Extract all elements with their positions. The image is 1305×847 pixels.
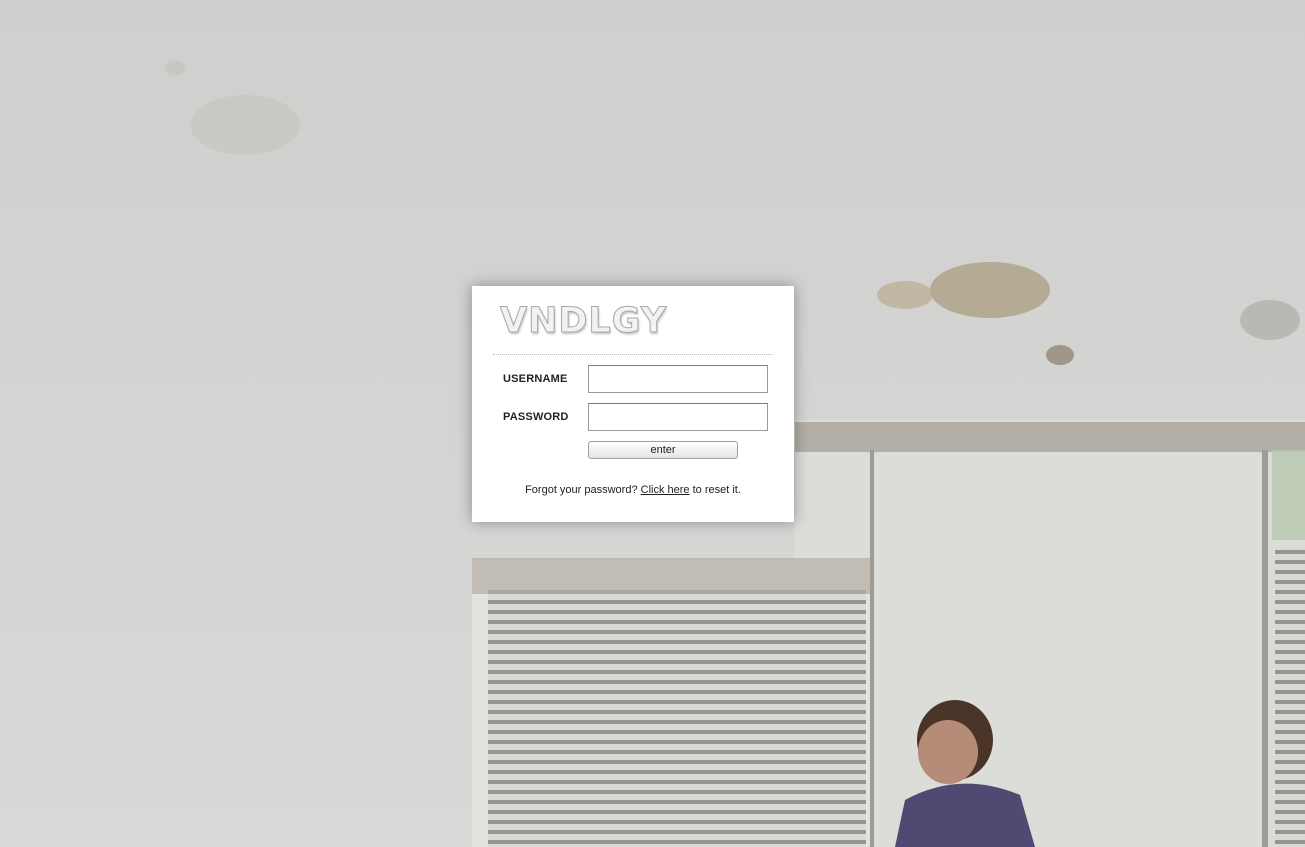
login-panel: VNDLGY USERNAME PASSWORD enter Forgot yo… [472, 286, 794, 522]
password-input[interactable] [588, 403, 768, 431]
brand-logo: VNDLGY [499, 301, 668, 341]
forgot-prefix: Forgot your password? [525, 484, 638, 496]
login-page: VNDLGY USERNAME PASSWORD enter Forgot yo… [0, 0, 1305, 847]
username-label: USERNAME [503, 373, 568, 385]
dotted-divider [493, 354, 773, 355]
password-label: PASSWORD [503, 411, 569, 423]
enter-button[interactable]: enter [588, 441, 738, 459]
reset-password-link[interactable]: Click here [641, 484, 690, 496]
forgot-suffix: to reset it. [692, 484, 741, 496]
username-input[interactable] [588, 365, 768, 393]
forgot-password-text: Forgot your password? Click here to rese… [472, 484, 794, 496]
